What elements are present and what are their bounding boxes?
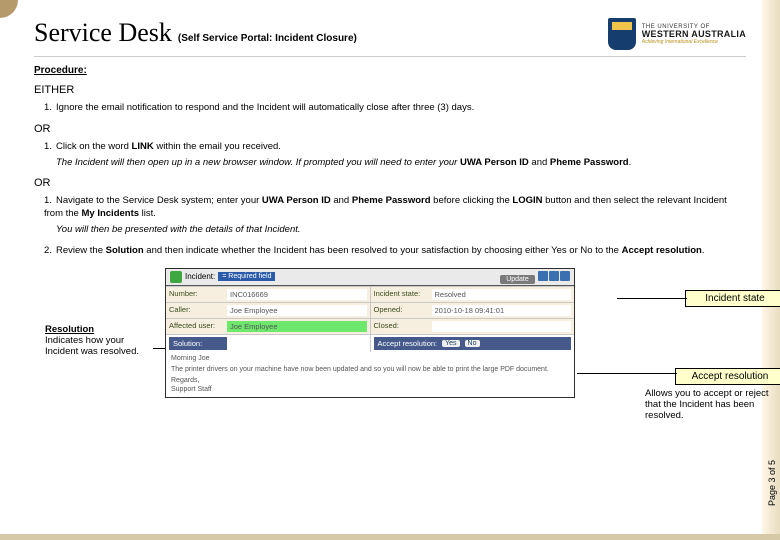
opened-value: 2010-10-18 09:41:01 (432, 305, 572, 316)
update-button: Update (500, 275, 535, 284)
crest-icon (608, 18, 636, 50)
header-divider (34, 56, 746, 57)
or-heading-1: OR (34, 123, 746, 135)
page-subtitle: (Self Service Portal: Incident Closure) (178, 33, 357, 44)
yes-option: Yes (442, 340, 459, 347)
closed-label: Closed: (374, 321, 432, 332)
step-3-cont: You will then be presented with the deta… (56, 224, 746, 237)
step-2a-post: within the email you received. (154, 141, 281, 152)
page-number: Page 3 of 5 (767, 460, 777, 506)
or-heading-2: OR (34, 177, 746, 189)
step-2-cont: The Incident will then open up in a new … (56, 157, 746, 170)
caller-label: Caller: (169, 305, 227, 316)
no-option: No (465, 340, 480, 347)
callout-line-2 (577, 373, 677, 374)
uni-tagline: Achieving International Excellence (642, 40, 746, 45)
opened-label: Opened: (374, 305, 432, 316)
number-value: INC016669 (227, 289, 367, 300)
required-legend: = Required field (218, 272, 275, 281)
caller-value: Joe Employee (227, 305, 367, 316)
affected-value: Joe Employee (227, 321, 367, 332)
step-1-text: Ignore the email notification to respond… (56, 102, 474, 113)
toolbar-icons (537, 274, 570, 283)
procedure-heading: Procedure: (34, 65, 746, 76)
back-icon (170, 271, 182, 283)
university-logo: THE UNIVERSITY OF WESTERN AUSTRALIA Achi… (608, 18, 746, 50)
state-label: Incident state: (374, 289, 432, 300)
page-header: Service Desk (Self Service Portal: Incid… (34, 18, 746, 50)
callout-line-1 (617, 298, 687, 299)
resolution-annotation-body: Indicates how your Incident was resolved… (45, 335, 139, 357)
page-title: Service Desk (34, 18, 172, 48)
solution-label: Solution: (169, 337, 227, 350)
incident-state-callout: Incident state (685, 290, 780, 307)
step-4: 2.Review the Solution and then indicate … (44, 245, 746, 258)
state-value: Resolved (432, 289, 572, 300)
uni-name: WESTERN AUSTRALIA (642, 30, 746, 39)
step-3: 1.Navigate to the Service Desk system; e… (44, 195, 746, 221)
footer-bar (0, 534, 780, 540)
accept-resolution-note: Allows you to accept or reject that the … (645, 388, 780, 422)
step-2: 1.Click on the word LINK within the emai… (44, 141, 746, 154)
incident-screenshot: Incident: = Required field Update Number… (165, 268, 575, 399)
solution-body: Morning Joe The printer drivers on your … (166, 352, 574, 398)
screenshot-diagram: Resolution Indicates how your Incident w… (45, 268, 735, 418)
either-heading: EITHER (34, 84, 746, 96)
closed-value (432, 321, 572, 332)
accept-label: Accept resolution:YesNo (374, 337, 572, 350)
step-2a-pre: Click on the word (56, 141, 132, 152)
accept-resolution-callout: Accept resolution (675, 368, 780, 385)
affected-label: Affected user: (169, 321, 227, 332)
number-label: Number: (169, 289, 227, 300)
incident-label: Incident: (185, 272, 215, 281)
resolution-annotation: Resolution Indicates how your Incident w… (45, 324, 155, 358)
step-1: 1.Ignore the email notification to respo… (44, 102, 746, 115)
resolution-annotation-head: Resolution (45, 324, 94, 335)
step-2a-link: LINK (132, 141, 154, 152)
